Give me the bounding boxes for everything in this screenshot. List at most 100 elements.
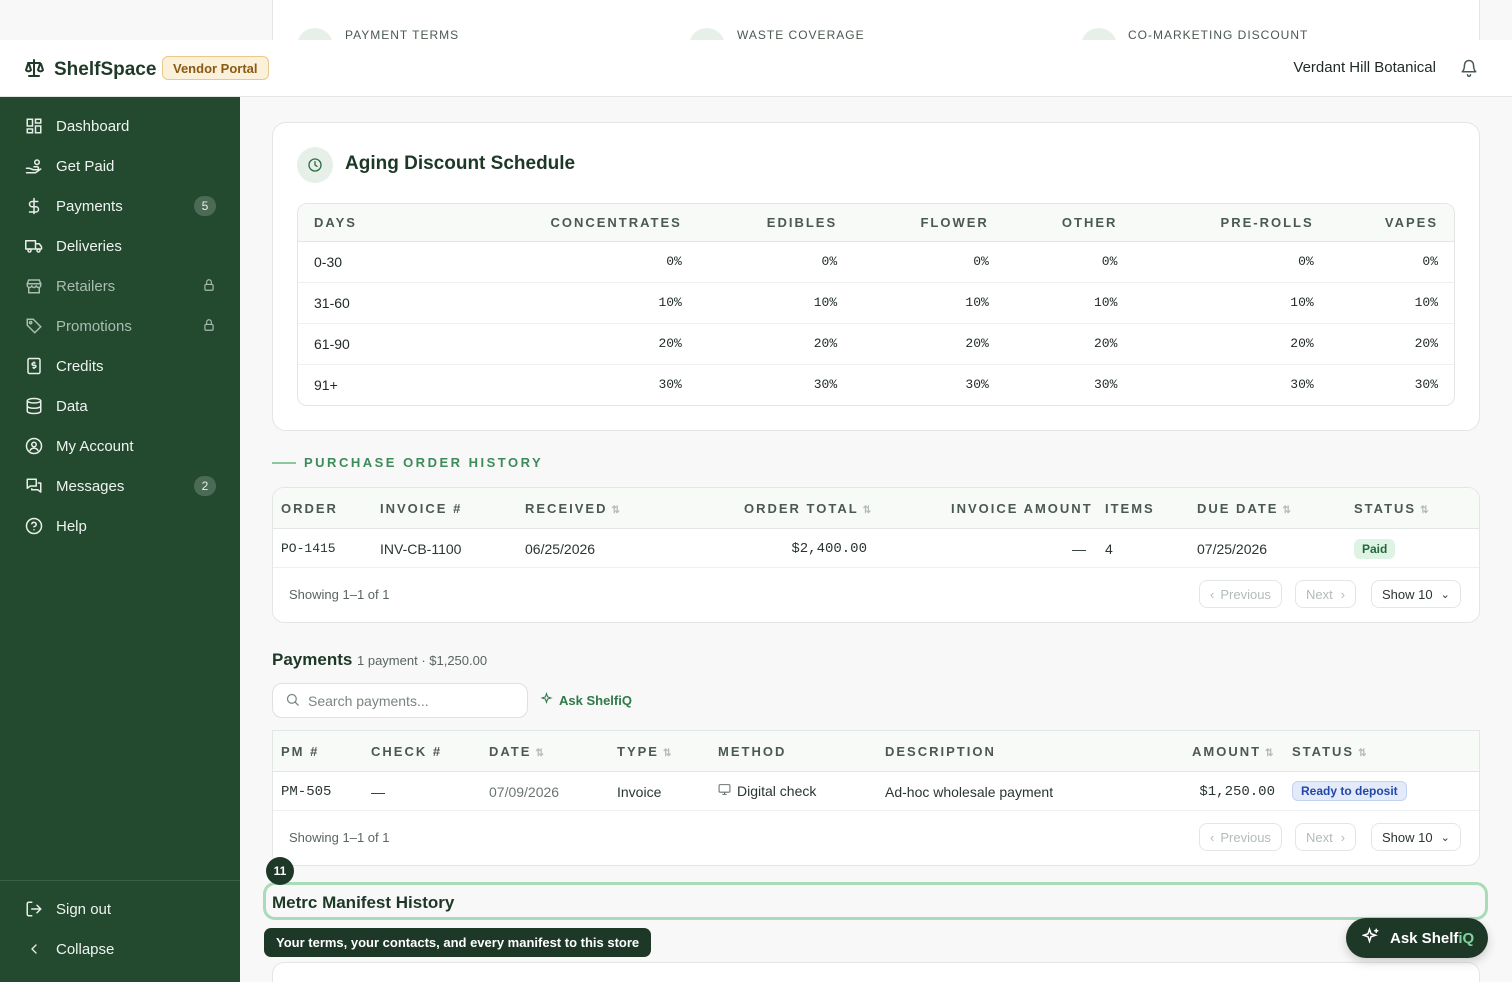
page-size-select[interactable]: Show 10 ⌄ [1371, 823, 1461, 851]
col-items: ITEMS [1105, 501, 1155, 516]
user-circle-icon [24, 436, 44, 456]
col-order-total[interactable]: ORDER TOTAL ⇅ [744, 501, 871, 516]
messages-icon [24, 476, 44, 496]
po-invoice-amount: — [1072, 541, 1086, 557]
sort-icon: ⇅ [1265, 748, 1274, 759]
scale-logo-icon [24, 58, 45, 81]
aging-title: Aging Discount Schedule [345, 153, 576, 174]
sign-out-button[interactable]: Sign out [0, 889, 240, 929]
table-cell: 10% [1133, 282, 1330, 324]
next-button[interactable]: Next › [1295, 580, 1357, 608]
sort-icon: ⇅ [1420, 505, 1429, 516]
table-row: 0-30 0% 0% 0% 0% 0% 0% [298, 241, 1454, 283]
table-cell: 30% [1094, 377, 1118, 393]
sidebar-item-get-paid[interactable]: Get Paid [0, 146, 240, 186]
po-items: 4 [1105, 541, 1113, 557]
col-amount[interactable]: AMOUNT ⇅ [1192, 744, 1273, 759]
table-cell: 0-30 [298, 241, 433, 283]
sidebar-item-payments[interactable]: Payments 5 [0, 186, 240, 226]
chevron-left-icon: ‹ [1210, 586, 1215, 602]
sidebar-item-label: Data [56, 397, 88, 415]
table-cell: 20% [1133, 323, 1330, 365]
col-received[interactable]: RECEIVED ⇅ [525, 501, 620, 516]
sidebar-item-dashboard[interactable]: Dashboard [0, 106, 240, 146]
status-badge: Ready to deposit [1292, 781, 1407, 801]
logo[interactable]: ShelfSpace [24, 58, 156, 81]
table-cell: 0% [1133, 241, 1330, 283]
chevron-left-icon [24, 939, 44, 959]
table-cell: 0% [1004, 241, 1134, 283]
sidebar-item-my-account[interactable]: My Account [0, 426, 240, 466]
collapse-label: Collapse [56, 940, 115, 958]
dollar-icon [24, 196, 44, 216]
pagination-summary: Showing 1–1 of 1 [289, 830, 390, 845]
table-cell: 20% [1004, 323, 1134, 365]
metrc-title: Metrc Manifest History [272, 893, 455, 912]
table-cell: 0% [432, 241, 698, 283]
col-type-label: TYPE [617, 744, 659, 759]
col-status[interactable]: STATUS ⇅ [1292, 744, 1366, 759]
payments-count-badge: 5 [194, 196, 216, 216]
monitor-icon [718, 783, 731, 799]
sidebar-item-credits[interactable]: Credits [0, 346, 240, 386]
previous-button[interactable]: ‹ Previous [1199, 823, 1282, 851]
table-cell: 31-60 [298, 282, 433, 324]
aging-table: DAYS CONCENTRATES EDIBLES FLOWER OTHER P… [297, 203, 1455, 406]
metrc-card [272, 962, 1480, 982]
sidebar-item-label: Messages [56, 477, 125, 495]
po-due-date: 07/25/2026 [1197, 541, 1268, 557]
col-method: METHOD [718, 744, 787, 759]
sidebar-item-label: Credits [56, 357, 104, 375]
chevron-right-icon: › [1340, 586, 1346, 602]
ask-shelfiq-button[interactable]: Ask Shelf iQ [1346, 918, 1488, 958]
sidebar-item-label: Deliveries [56, 237, 122, 255]
section-divider [272, 461, 296, 464]
col-invoice: INVOICE # [380, 501, 463, 516]
tour-step-badge[interactable]: 11 [266, 857, 294, 885]
sidebar-item-promotions[interactable]: Promotions [0, 306, 240, 346]
previous-button[interactable]: ‹ Previous [1199, 580, 1282, 608]
sparkle-icon [1361, 926, 1380, 949]
payments-search[interactable] [272, 683, 528, 718]
sidebar-item-data[interactable]: Data [0, 386, 240, 426]
ask-shelfiq-link[interactable]: Ask ShelfiQ [540, 691, 632, 708]
table-cell: 20% [1329, 323, 1454, 365]
next-button[interactable]: Next › [1295, 823, 1357, 851]
sidebar-item-messages[interactable]: Messages 2 [0, 466, 240, 506]
sort-icon: ⇅ [662, 748, 672, 759]
po-order[interactable]: PO-1415 [281, 541, 336, 556]
page-size-select[interactable]: Show 10 ⌄ [1371, 580, 1461, 608]
col-status[interactable]: STATUS ⇅ [1354, 501, 1428, 516]
payment-check: — [371, 784, 385, 800]
table-row: 61-90 20% 20% 20% 20% 20% 20% [298, 323, 1454, 365]
col-type[interactable]: TYPE ⇅ [617, 744, 671, 759]
table-row[interactable]: PM-505 — 07/09/2026 Invoice Digital chec… [273, 772, 1479, 811]
payment-pm[interactable]: PM-505 [281, 784, 331, 800]
page-size-label: Show 10 [1382, 586, 1433, 602]
payment-amount: $1,250.00 [1199, 784, 1275, 800]
clock-icon [297, 147, 333, 183]
bell-icon[interactable] [1460, 59, 1478, 80]
table-cell: 10% [853, 282, 1005, 324]
sidebar-item-help[interactable]: Help [0, 506, 240, 546]
sidebar-item-deliveries[interactable]: Deliveries [0, 226, 240, 266]
search-input[interactable] [308, 692, 508, 709]
col-pre-rolls: PRE-ROLLS [1133, 204, 1330, 242]
table-header: ORDER INVOICE # RECEIVED ⇅ ORDER TOTAL ⇅ I… [273, 488, 1479, 529]
table-cell: 0% [697, 241, 854, 283]
messages-count-badge: 2 [194, 476, 216, 496]
lock-icon [202, 318, 216, 336]
table-row[interactable]: PO-1415 INV-CB-1100 06/25/2026 $2,400.00… [273, 529, 1479, 568]
sidebar-footer: Sign out Collapse [0, 880, 240, 982]
payment-method-label: Digital check [737, 783, 817, 799]
table-cell: 20% [697, 323, 854, 365]
payments-title: Payments [272, 650, 353, 669]
col-date[interactable]: DATE ⇅ [489, 744, 544, 759]
vendor-name[interactable]: Verdant Hill Botanical [1293, 59, 1436, 76]
table-cell: 91+ [314, 376, 338, 393]
dashboard-icon [24, 116, 44, 136]
sidebar-item-retailers[interactable]: Retailers [0, 266, 240, 306]
table-cell: 0% [853, 241, 1005, 283]
collapse-button[interactable]: Collapse [0, 929, 240, 969]
col-due-date[interactable]: DUE DATE ⇅ [1197, 501, 1291, 516]
